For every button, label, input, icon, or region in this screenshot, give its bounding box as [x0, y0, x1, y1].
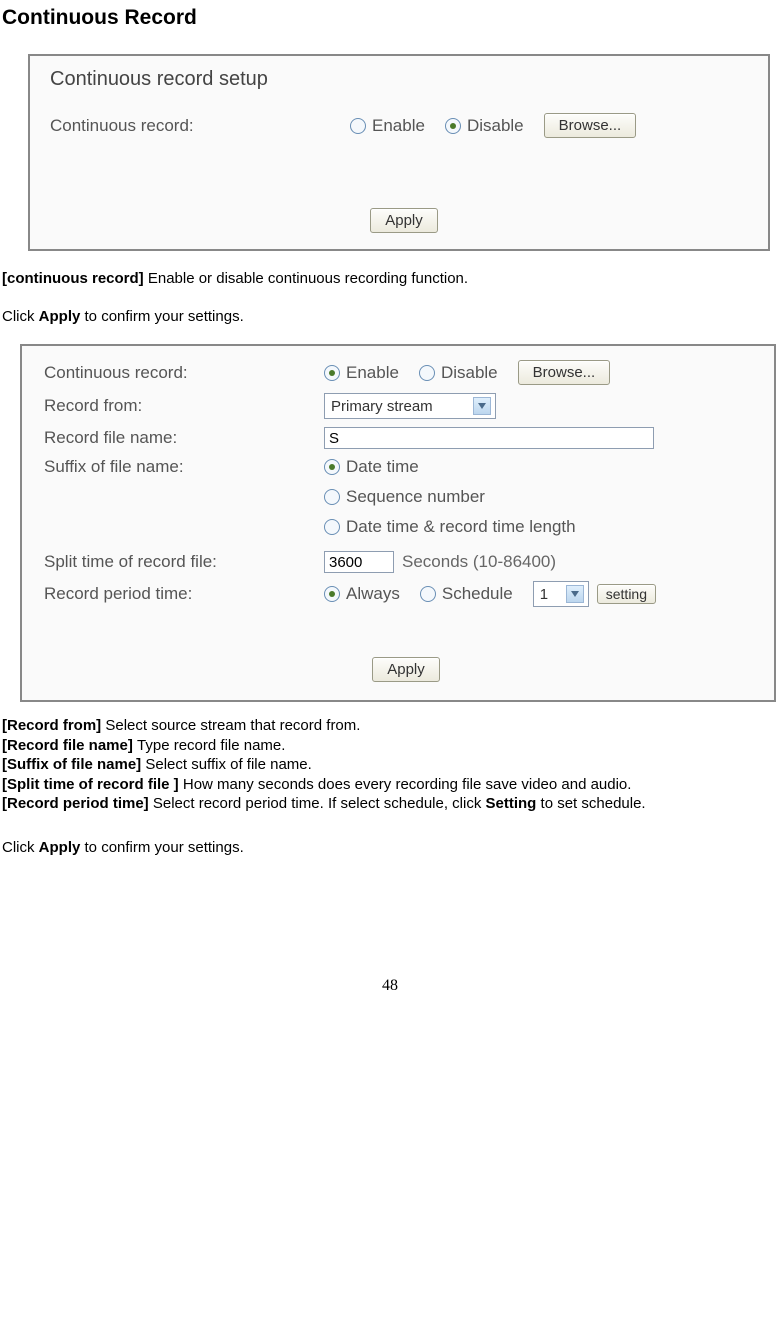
row-period: Record period time: Always Schedule 1 se… [44, 581, 768, 607]
text: to confirm your settings. [80, 308, 243, 325]
radio-disable-label: Disable [441, 363, 498, 383]
radio-enable-label: Enable [372, 116, 425, 136]
radio-suffix-datetime-length[interactable]: Date time & record time length [324, 517, 576, 537]
label-continuous-record: Continuous record: [50, 116, 350, 136]
radio-enable[interactable]: Enable [350, 116, 425, 136]
desc-label: [Suffix of file name] [2, 756, 145, 773]
radio-suffix-sequence[interactable]: Sequence number [324, 487, 485, 507]
desc-text: How many seconds does every recording fi… [183, 776, 632, 793]
text: Click [2, 839, 39, 856]
desc-label: [Split time of record file ] [2, 776, 183, 793]
radio-icon [324, 489, 340, 505]
desc-continuous-record: [continuous record] Enable or disable co… [2, 269, 780, 289]
row-suffix: Suffix of file name: Date time Sequence … [44, 457, 768, 543]
text: Click [2, 308, 39, 325]
radio-enable-label: Enable [346, 363, 399, 383]
apply-button[interactable]: Apply [372, 657, 440, 682]
radio-label: Always [346, 584, 400, 604]
desc-text: Type record file name. [137, 737, 285, 754]
apply-button[interactable]: Apply [370, 208, 438, 233]
setting-button[interactable]: setting [597, 584, 656, 604]
label-record-from: Record from: [44, 396, 324, 416]
panel-continuous-detail: Continuous record: Enable Disable Browse… [20, 344, 776, 702]
desc-bold: Setting [486, 795, 537, 812]
text-bold: Apply [39, 308, 81, 325]
select-value: 1 [540, 586, 548, 603]
split-unit: Seconds (10-86400) [402, 552, 556, 572]
radio-label: Schedule [442, 584, 513, 604]
apply-instruction-1: Click Apply to confirm your settings. [2, 307, 780, 327]
desc-text: Enable or disable continuous recording f… [148, 270, 468, 287]
chevron-down-icon [473, 397, 491, 415]
desc-label: [continuous record] [2, 270, 148, 287]
radio-disable-label: Disable [467, 116, 524, 136]
desc-text: Select source stream that record from. [105, 717, 360, 734]
select-schedule-number[interactable]: 1 [533, 581, 589, 607]
browse-button[interactable]: Browse... [544, 113, 637, 138]
radio-icon [445, 118, 461, 134]
row-continuous-record-2: Continuous record: Enable Disable Browse… [44, 360, 768, 385]
desc-label: [Record file name] [2, 737, 137, 754]
page-title: Continuous Record [0, 6, 780, 30]
radio-period-always[interactable]: Always [324, 584, 400, 604]
desc-text: to set schedule. [536, 795, 645, 812]
select-record-from[interactable]: Primary stream [324, 393, 496, 419]
row-continuous-record: Continuous record: Enable Disable Browse… [50, 113, 758, 138]
browse-button[interactable]: Browse... [518, 360, 611, 385]
radio-disable[interactable]: Disable [419, 363, 498, 383]
input-file-name[interactable] [324, 427, 654, 449]
radio-label: Sequence number [346, 487, 485, 507]
radio-period-schedule[interactable]: Schedule [420, 584, 513, 604]
label-period: Record period time: [44, 584, 324, 604]
desc-block-2: [Record from] Select source stream that … [2, 716, 780, 814]
radio-enable[interactable]: Enable [324, 363, 399, 383]
radio-icon [324, 459, 340, 475]
input-split-time[interactable] [324, 551, 394, 573]
radio-label: Date time & record time length [346, 517, 576, 537]
radio-icon [324, 586, 340, 602]
apply-instruction-2: Click Apply to confirm your settings. [2, 838, 780, 858]
radio-label: Date time [346, 457, 419, 477]
radio-icon [420, 586, 436, 602]
select-value: Primary stream [331, 398, 433, 415]
radio-icon [324, 365, 340, 381]
desc-text: Select record period time. If select sch… [153, 795, 486, 812]
radio-disable[interactable]: Disable [445, 116, 524, 136]
desc-text: Select suffix of file name. [145, 756, 311, 773]
desc-label: [Record from] [2, 717, 105, 734]
desc-label: [Record period time] [2, 795, 153, 812]
radio-icon [324, 519, 340, 535]
label-continuous-record: Continuous record: [44, 363, 324, 383]
label-split-time: Split time of record file: [44, 552, 324, 572]
radio-icon [350, 118, 366, 134]
text-bold: Apply [39, 839, 81, 856]
radio-suffix-datetime[interactable]: Date time [324, 457, 419, 477]
text: to confirm your settings. [80, 839, 243, 856]
row-split-time: Split time of record file: Seconds (10-8… [44, 551, 768, 573]
row-record-from: Record from: Primary stream [44, 393, 768, 419]
panel-continuous-setup: Continuous record setup Continuous recor… [28, 54, 770, 251]
label-suffix: Suffix of file name: [44, 457, 324, 477]
page-number: 48 [0, 977, 780, 1005]
radio-icon [419, 365, 435, 381]
panel-heading: Continuous record setup [50, 68, 758, 91]
chevron-down-icon [566, 585, 584, 603]
label-file-name: Record file name: [44, 428, 324, 448]
row-file-name: Record file name: [44, 427, 768, 449]
